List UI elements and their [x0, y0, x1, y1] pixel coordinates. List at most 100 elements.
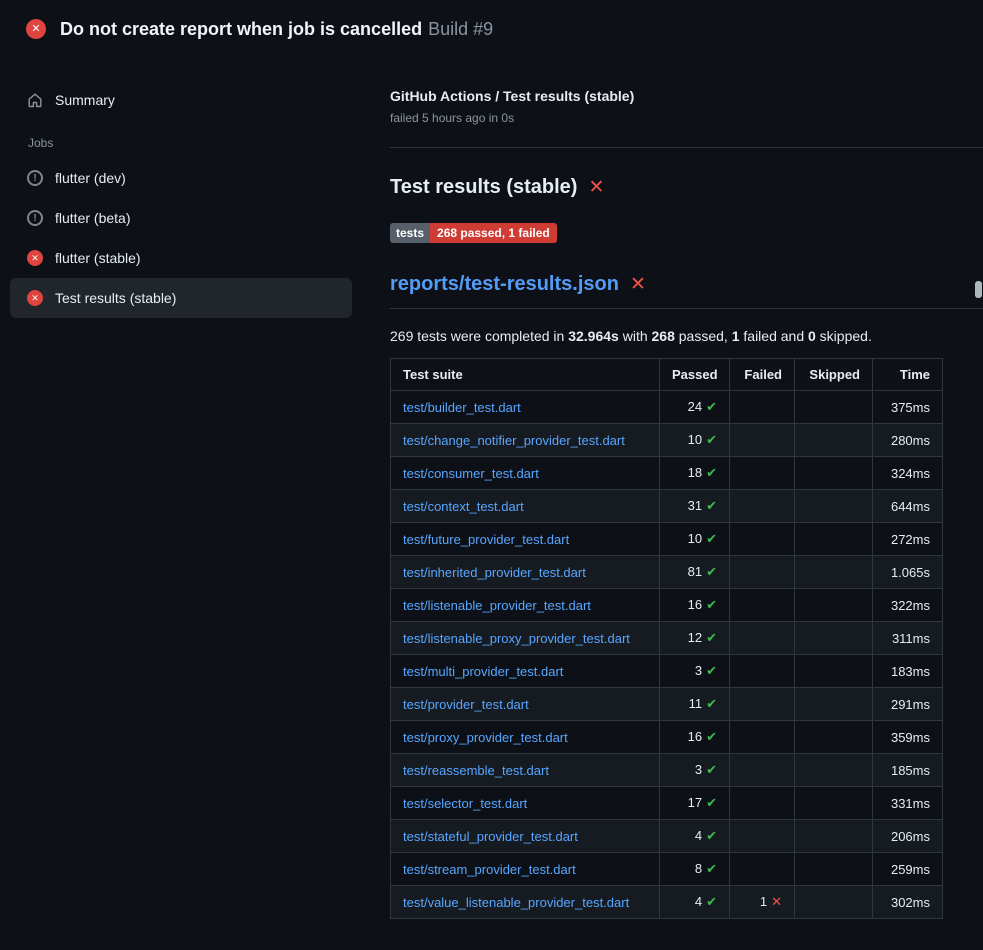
suite-link[interactable]: test/context_test.dart — [403, 499, 524, 514]
passed-cell: 4✔ — [660, 886, 730, 919]
skipped-cell — [795, 622, 873, 655]
check-icon: ✔ — [706, 432, 717, 447]
time-cell: 291ms — [873, 688, 943, 721]
check-icon: ✔ — [706, 597, 717, 612]
suite-link[interactable]: test/builder_test.dart — [403, 400, 521, 415]
build-number: Build #9 — [428, 19, 493, 39]
suite-link[interactable]: test/proxy_provider_test.dart — [403, 730, 568, 745]
passed-cell: 31✔ — [660, 490, 730, 523]
check-icon: ✔ — [706, 762, 717, 777]
passed-count: 8 — [695, 861, 702, 876]
time-cell: 311ms — [873, 622, 943, 655]
summary-text: with — [619, 328, 652, 344]
time-cell: 324ms — [873, 457, 943, 490]
check-icon: ✔ — [706, 630, 717, 645]
table-row: test/proxy_provider_test.dart16✔359ms — [391, 721, 943, 754]
summary-stat: 0 — [808, 328, 816, 344]
suite-cell: test/reassemble_test.dart — [391, 754, 660, 787]
passed-cell: 12 ✔ — [660, 622, 730, 655]
check-icon: ✔ — [706, 828, 717, 843]
time-cell: 1.065s — [873, 556, 943, 589]
suite-link[interactable]: test/inherited_provider_test.dart — [403, 565, 586, 580]
table-row: test/future_provider_test.dart 10✔ 272ms — [391, 523, 943, 556]
suite-link[interactable]: test/provider_test.dart — [403, 697, 529, 712]
sidebar-item-test-results-stable[interactable]: ✕Test results (stable) — [10, 278, 352, 318]
sidebar-item-flutter-stable[interactable]: ✕ flutter (stable) — [10, 238, 352, 278]
passed-count: 4 — [695, 894, 702, 909]
check-icon: ✔ — [706, 861, 717, 876]
suite-cell: test/stateful_provider_test.dart — [391, 820, 660, 853]
table-row: test/listenable_proxy_provider_test.dart… — [391, 622, 943, 655]
failed-cell — [730, 457, 795, 490]
suite-cell: test/inherited_provider_test.dart — [391, 556, 660, 589]
skipped-cell — [795, 820, 873, 853]
failed-cell — [730, 589, 795, 622]
time-cell: 206ms — [873, 820, 943, 853]
suite-cell: test/provider_test.dart — [391, 688, 660, 721]
failed-cell — [730, 787, 795, 820]
column-header: Test suite — [391, 359, 660, 391]
job-label: flutter (stable) — [55, 250, 141, 266]
table-row: test/provider_test.dart11✔291ms — [391, 688, 943, 721]
column-header: Passed — [660, 359, 730, 391]
passed-cell: 4✔ — [660, 820, 730, 853]
suite-link[interactable]: test/selector_test.dart — [403, 796, 527, 811]
sidebar-item-flutter-beta[interactable]: !flutter (beta) — [10, 198, 352, 238]
sidebar-item-flutter-dev[interactable]: !flutter (dev) — [10, 158, 352, 198]
failed-x-icon: ✕ — [588, 178, 604, 197]
suite-link[interactable]: test/stream_provider_test.dart — [403, 862, 576, 877]
passed-cell: 10✔ — [660, 424, 730, 457]
suite-link[interactable]: test/multi_provider_test.dart — [403, 664, 563, 679]
suite-cell: test/proxy_provider_test.dart — [391, 721, 660, 754]
passed-cell: 17✔ — [660, 787, 730, 820]
skipped-cell — [795, 655, 873, 688]
suite-cell: test/multi_provider_test.dart — [391, 655, 660, 688]
badge-label: tests — [390, 223, 430, 243]
page-title: Do not create report when job is cancell… — [60, 19, 493, 40]
suite-link[interactable]: test/consumer_test.dart — [403, 466, 539, 481]
passed-cell: 8✔ — [660, 853, 730, 886]
suite-link[interactable]: test/listenable_provider_test.dart — [403, 598, 591, 613]
passed-cell: 18✔ — [660, 457, 730, 490]
skipped-cell — [795, 754, 873, 787]
jobs-section-label: Jobs — [10, 136, 352, 150]
time-cell: 259ms — [873, 853, 943, 886]
x-circle-icon: ✕ — [27, 250, 43, 266]
suite-link[interactable]: test/change_notifier_provider_test.dart — [403, 433, 625, 448]
skipped-cell — [795, 490, 873, 523]
failed-cell — [730, 556, 795, 589]
suite-link[interactable]: test/listenable_proxy_provider_test.dart — [403, 631, 630, 646]
summary-line: 269 tests were completed in 32.964s with… — [390, 328, 942, 344]
check-icon: ✔ — [706, 894, 717, 909]
passed-cell: 10✔ — [660, 523, 730, 556]
table-row: test/builder_test.dart24✔375ms — [391, 391, 943, 424]
suite-link[interactable]: test/reassemble_test.dart — [403, 763, 549, 778]
time-cell: 272ms — [873, 523, 943, 556]
check-icon: ✔ — [706, 564, 717, 579]
passed-count: 81 — [688, 564, 702, 579]
suite-cell: test/builder_test.dart — [391, 391, 660, 424]
suite-link[interactable]: test/stateful_provider_test.dart — [403, 829, 578, 844]
passed-count: 17 — [688, 795, 702, 810]
time-cell: 280ms — [873, 424, 943, 457]
time-cell: 375ms — [873, 391, 943, 424]
section-title-text: Test results (stable) — [390, 176, 577, 199]
skipped-cell — [795, 424, 873, 457]
time-cell: 331ms — [873, 787, 943, 820]
scrollbar-thumb[interactable] — [975, 281, 982, 298]
suite-link[interactable]: test/value_listenable_provider_test.dart — [403, 895, 629, 910]
suite-cell: test/listenable_proxy_provider_test.dart — [391, 622, 660, 655]
exclamation-circle-icon: ! — [27, 210, 43, 226]
sidebar-item-summary[interactable]: Summary — [10, 80, 352, 120]
passed-count: 12 — [688, 630, 702, 645]
summary-text: failed and — [740, 328, 809, 344]
time-cell: 185ms — [873, 754, 943, 787]
report-link[interactable]: reports/test-results.json — [390, 273, 619, 296]
table-row: test/listenable_provider_test.dart16✔322… — [391, 589, 943, 622]
passed-cell: 3✔ — [660, 655, 730, 688]
x-circle-icon: ✕ — [27, 290, 43, 306]
failed-cell: 1✕ — [730, 886, 795, 919]
failed-x-icon: ✕ — [630, 275, 646, 294]
suite-link[interactable]: test/future_provider_test.dart — [403, 532, 569, 547]
time-cell: 322ms — [873, 589, 943, 622]
